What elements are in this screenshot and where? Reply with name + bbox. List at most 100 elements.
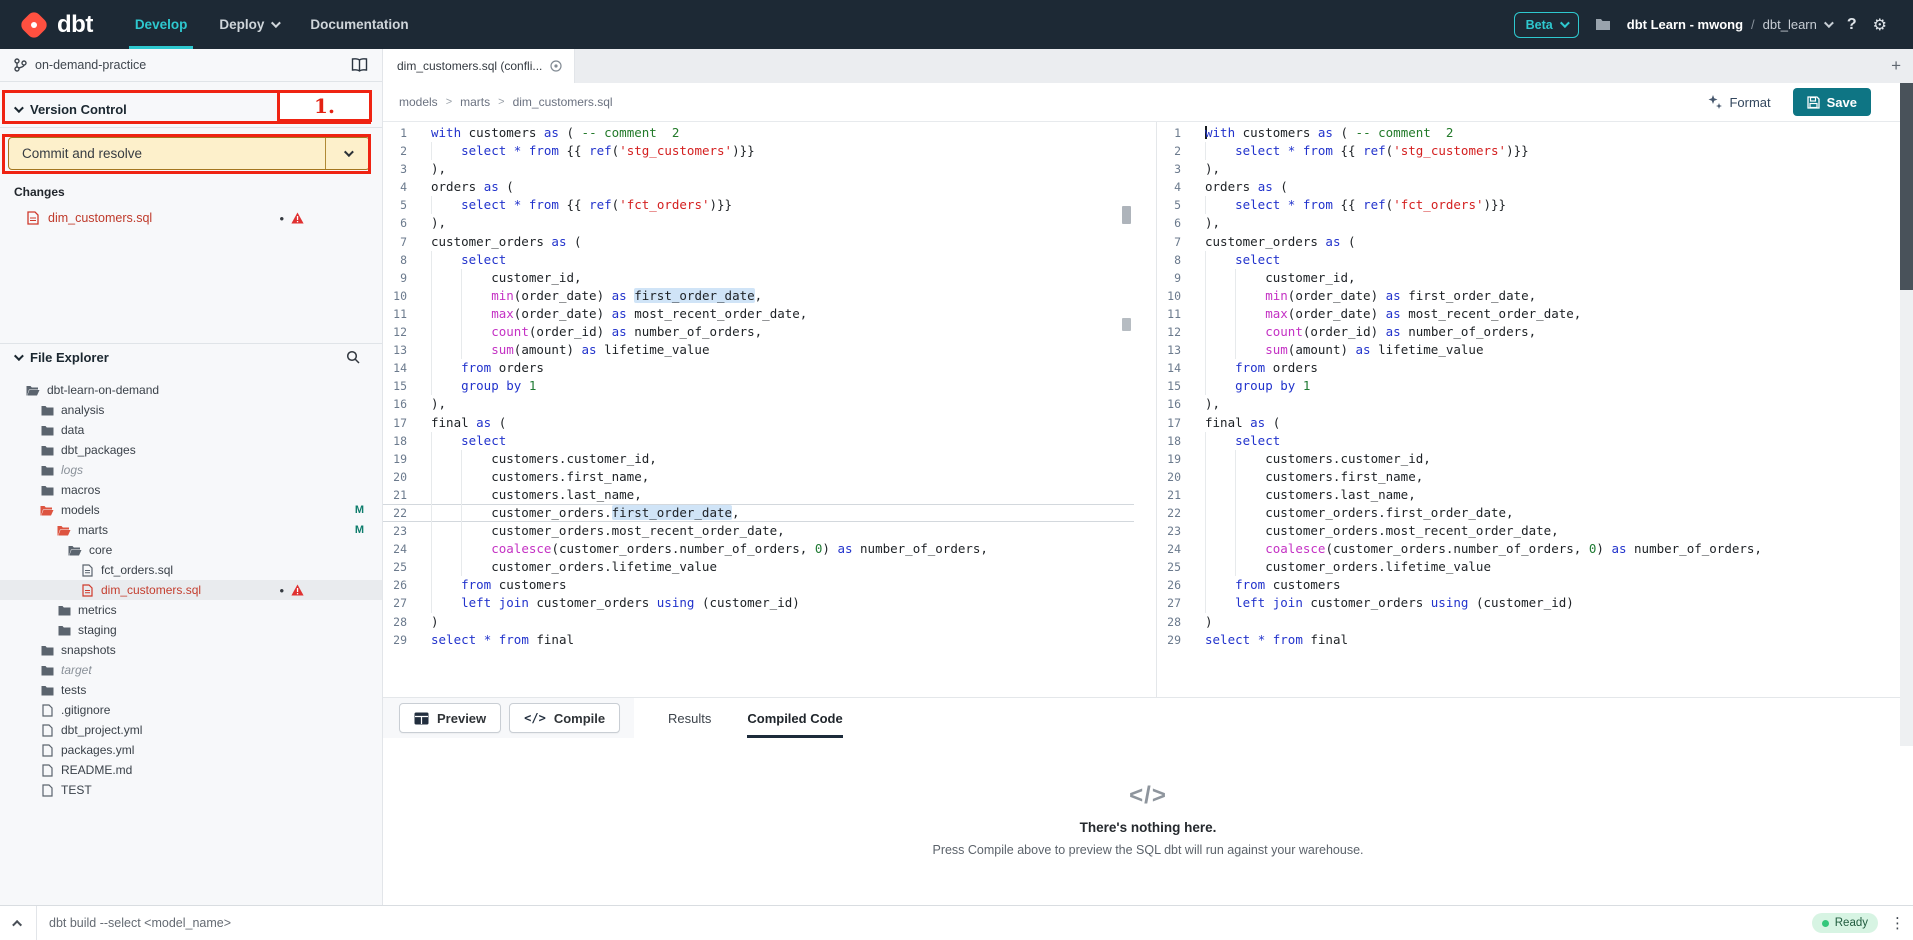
code-line-2[interactable]: 2 select * from {{ ref('stg_customers')}… (1157, 142, 1913, 160)
editor-scrollbar-thumb[interactable] (1900, 83, 1913, 290)
code-line-11[interactable]: 11 max(order_date) as most_recent_order_… (383, 305, 1134, 323)
code-line-18[interactable]: 18 select (1157, 432, 1913, 450)
code-line-23[interactable]: 23 customer_orders.most_recent_order_dat… (1157, 522, 1913, 540)
file-tree-item-core[interactable]: core (0, 540, 382, 560)
compile-button[interactable]: </> Compile (509, 703, 620, 733)
commit-options-button[interactable] (325, 138, 369, 169)
code-line-16[interactable]: 16), (383, 395, 1134, 413)
code-line-29[interactable]: 29select * from final (1157, 631, 1913, 649)
code-line-22[interactable]: 22 customer_orders.first_order_date, (1157, 504, 1913, 522)
code-line-21[interactable]: 21 customers.last_name, (1157, 486, 1913, 504)
code-line-13[interactable]: 13 sum(amount) as lifetime_value (1157, 341, 1913, 359)
code-line-10[interactable]: 10 min(order_date) as first_order_date, (1157, 287, 1913, 305)
code-line-8[interactable]: 8 select (383, 251, 1134, 269)
file-tree-item-metrics[interactable]: metrics (0, 600, 382, 620)
code-line-28[interactable]: 28) (1157, 613, 1913, 631)
code-line-12[interactable]: 12 count(order_id) as number_of_orders, (383, 323, 1134, 341)
code-line-13[interactable]: 13 sum(amount) as lifetime_value (383, 341, 1134, 359)
expand-command-bar-icon[interactable] (0, 920, 36, 927)
beta-button[interactable]: Beta (1514, 12, 1579, 38)
new-tab-icon[interactable]: + (1891, 56, 1913, 76)
code-line-9[interactable]: 9 customer_id, (1157, 269, 1913, 287)
tab-results[interactable]: Results (668, 698, 711, 738)
code-line-25[interactable]: 25 customer_orders.lifetime_value (383, 558, 1134, 576)
kebab-menu-icon[interactable]: ⋮ (1890, 914, 1905, 932)
file-tree-item-dbt-learn-on-demand[interactable]: dbt-learn-on-demand (0, 380, 382, 400)
git-branch-row[interactable]: on-demand-practice (0, 49, 382, 82)
file-tree-item-dim_customers.sql[interactable]: dim_customers.sql• (0, 580, 382, 600)
code-line-3[interactable]: 3), (383, 160, 1134, 178)
code-line-20[interactable]: 20 customers.first_name, (1157, 468, 1913, 486)
file-tree-item-models[interactable]: modelsM (0, 500, 382, 520)
file-tree-item-TEST[interactable]: TEST (0, 780, 382, 800)
file-tree-item-packages.yml[interactable]: packages.yml (0, 740, 382, 760)
file-tree-item-dbt_packages[interactable]: dbt_packages (0, 440, 382, 460)
file-tree-item-marts[interactable]: martsM (0, 520, 382, 540)
code-line-19[interactable]: 19 customers.customer_id, (383, 450, 1134, 468)
code-line-10[interactable]: 10 min(order_date) as first_order_date, (383, 287, 1134, 305)
code-line-6[interactable]: 6), (1157, 214, 1913, 232)
commit-and-resolve-button[interactable]: Commit and resolve (9, 138, 325, 169)
code-line-24[interactable]: 24 coalesce(customer_orders.number_of_or… (383, 540, 1134, 558)
nav-documentation[interactable]: Documentation (294, 0, 424, 49)
file-tree-item-macros[interactable]: macros (0, 480, 382, 500)
file-explorer-header[interactable]: File Explorer (0, 343, 382, 370)
code-line-5[interactable]: 5 select * from {{ ref('fct_orders')}} (1157, 196, 1913, 214)
code-line-17[interactable]: 17final as ( (1157, 414, 1913, 432)
code-line-1[interactable]: 1with customers as ( -- comment 2 (383, 124, 1134, 142)
code-line-14[interactable]: 14 from orders (1157, 359, 1913, 377)
nav-develop[interactable]: Develop (119, 0, 204, 49)
editor-pane-right[interactable]: 1with customers as ( -- comment 22 selec… (1156, 122, 1913, 697)
format-button[interactable]: Format (1708, 95, 1770, 110)
file-tree-item-snapshots[interactable]: snapshots (0, 640, 382, 660)
nav-deploy[interactable]: Deploy (203, 0, 294, 49)
gear-icon[interactable]: ⚙ (1873, 15, 1887, 35)
code-line-26[interactable]: 26 from customers (383, 576, 1134, 594)
code-line-23[interactable]: 23 customer_orders.most_recent_order_dat… (383, 522, 1134, 540)
code-line-9[interactable]: 9 customer_id, (383, 269, 1134, 287)
docs-book-icon[interactable] (351, 58, 368, 72)
code-line-18[interactable]: 18 select (383, 432, 1134, 450)
code-line-4[interactable]: 4orders as ( (383, 178, 1134, 196)
code-line-6[interactable]: 6), (383, 214, 1134, 232)
code-line-14[interactable]: 14 from orders (383, 359, 1134, 377)
code-line-19[interactable]: 19 customers.customer_id, (1157, 450, 1913, 468)
code-line-16[interactable]: 16), (1157, 395, 1913, 413)
command-input[interactable]: dbt build --select <model_name> (37, 916, 231, 930)
dbt-logo[interactable]: dbt (0, 0, 119, 49)
file-tree-item-data[interactable]: data (0, 420, 382, 440)
code-line-15[interactable]: 15 group by 1 (1157, 377, 1913, 395)
code-line-2[interactable]: 2 select * from {{ ref('stg_customers')}… (383, 142, 1134, 160)
file-tree-item-logs[interactable]: logs (0, 460, 382, 480)
code-line-7[interactable]: 7customer_orders as ( (383, 233, 1134, 251)
code-line-5[interactable]: 5 select * from {{ ref('fct_orders')}} (383, 196, 1134, 214)
code-line-8[interactable]: 8 select (1157, 251, 1913, 269)
code-line-3[interactable]: 3), (1157, 160, 1913, 178)
editor-tab-dim-customers[interactable]: dim_customers.sql (confli... (383, 49, 575, 83)
code-line-24[interactable]: 24 coalesce(customer_orders.number_of_or… (1157, 540, 1913, 558)
code-line-25[interactable]: 25 customer_orders.lifetime_value (1157, 558, 1913, 576)
project-selector[interactable]: dbt_learn (1763, 17, 1831, 32)
code-line-27[interactable]: 27 left join customer_orders using (cust… (383, 594, 1134, 612)
help-icon[interactable]: ? (1847, 16, 1857, 34)
code-line-15[interactable]: 15 group by 1 (383, 377, 1134, 395)
code-line-11[interactable]: 11 max(order_date) as most_recent_order_… (1157, 305, 1913, 323)
save-button[interactable]: Save (1793, 88, 1871, 116)
file-tree-item-dbt_project.yml[interactable]: dbt_project.yml (0, 720, 382, 740)
file-tree-item-staging[interactable]: staging (0, 620, 382, 640)
search-icon[interactable] (346, 350, 368, 364)
code-line-7[interactable]: 7customer_orders as ( (1157, 233, 1913, 251)
code-line-12[interactable]: 12 count(order_id) as number_of_orders, (1157, 323, 1913, 341)
file-tree-item-analysis[interactable]: analysis (0, 400, 382, 420)
code-line-4[interactable]: 4orders as ( (1157, 178, 1913, 196)
editor-pane-left[interactable]: 1with customers as ( -- comment 22 selec… (383, 122, 1134, 697)
preview-button[interactable]: Preview (399, 703, 501, 733)
tab-compiled-code[interactable]: Compiled Code (747, 698, 842, 738)
file-tree-item-fct_orders.sql[interactable]: fct_orders.sql (0, 560, 382, 580)
editor-scrollbar[interactable] (1900, 83, 1913, 746)
code-line-21[interactable]: 21 customers.last_name, (383, 486, 1134, 504)
scroll-marker[interactable] (1122, 318, 1131, 331)
code-line-1[interactable]: 1with customers as ( -- comment 2 (1157, 124, 1913, 142)
pane-divider[interactable] (1134, 122, 1156, 697)
scroll-marker[interactable] (1122, 206, 1131, 224)
